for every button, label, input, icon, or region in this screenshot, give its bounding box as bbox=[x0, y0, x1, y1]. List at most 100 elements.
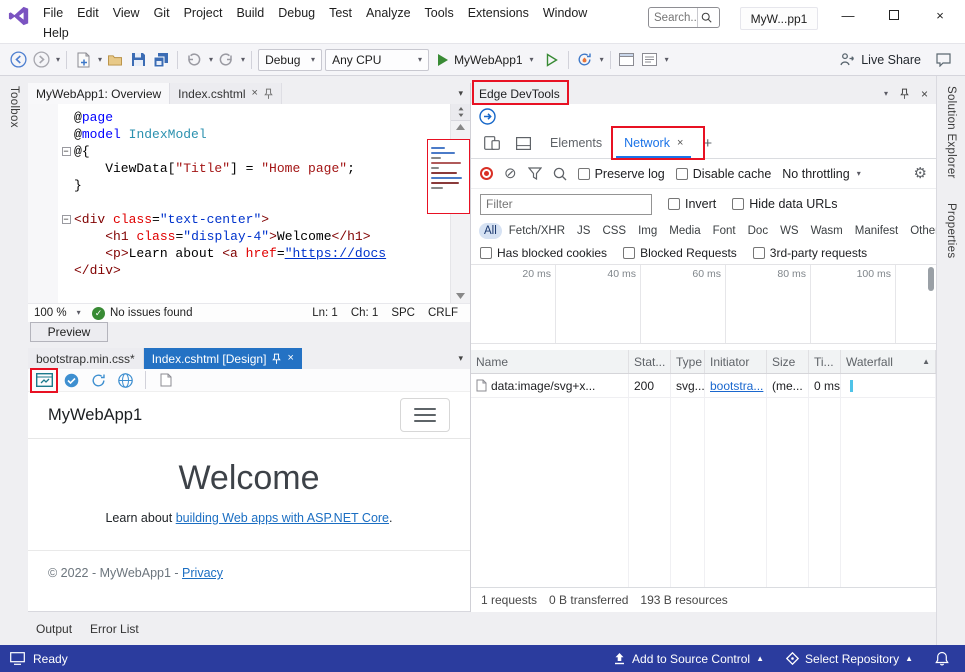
globe-icon[interactable] bbox=[115, 369, 135, 391]
navigate-back-button[interactable] bbox=[8, 49, 28, 71]
menu-git[interactable]: Git bbox=[147, 4, 177, 22]
cell-name[interactable]: data:image/svg+x... bbox=[471, 374, 629, 397]
properties-tab[interactable]: Properties bbox=[945, 203, 957, 258]
start-without-debugging-button[interactable] bbox=[542, 49, 562, 71]
window-layout-button[interactable] bbox=[617, 49, 637, 71]
collapse-icon[interactable]: − bbox=[62, 147, 71, 156]
filter-funnel-icon[interactable] bbox=[528, 167, 542, 180]
docs-link[interactable]: building Web apps with ASP.NET Core bbox=[176, 511, 389, 525]
close-icon[interactable]: × bbox=[921, 87, 928, 101]
code-editor[interactable]: @page@model IndexModel−@{ ViewData["Titl… bbox=[28, 104, 470, 303]
add-to-source-control-button[interactable]: Add to Source Control ▲ bbox=[613, 652, 764, 666]
solution-configuration-dropdown[interactable]: Debug ▾ bbox=[258, 49, 322, 71]
hot-reload-button[interactable] bbox=[575, 49, 595, 71]
document-list-caret-icon[interactable]: ▾ bbox=[458, 353, 470, 364]
column-header-type[interactable]: Type bbox=[671, 350, 705, 373]
clear-network-log-icon[interactable]: ⊘ bbox=[504, 166, 517, 181]
menu-window[interactable]: Window bbox=[536, 4, 594, 22]
menu-edit[interactable]: Edit bbox=[70, 4, 106, 22]
column-header-size[interactable]: Size bbox=[767, 350, 809, 373]
toggle-device-toolbar-icon[interactable] bbox=[479, 136, 505, 150]
tab-close-icon[interactable]: × bbox=[287, 353, 293, 364]
network-request-row[interactable]: data:image/svg+x... 200 svg... bootstra.… bbox=[471, 374, 936, 398]
feedback-button[interactable] bbox=[933, 49, 953, 71]
invert-checkbox[interactable]: Invert bbox=[668, 197, 716, 211]
save-all-button[interactable] bbox=[151, 49, 171, 71]
open-in-browser-button[interactable] bbox=[34, 369, 54, 391]
navigate-forward-button[interactable] bbox=[31, 49, 51, 71]
output-tab[interactable]: Output bbox=[36, 622, 72, 636]
fold-margin[interactable]: − bbox=[58, 147, 74, 156]
document-list-caret-icon[interactable]: ▾ bbox=[458, 88, 470, 99]
throttling-dropdown[interactable]: No throttling ▾ bbox=[782, 167, 860, 181]
code-lines[interactable]: @page@model IndexModel−@{ ViewData["Titl… bbox=[58, 104, 450, 303]
privacy-link[interactable]: Privacy bbox=[182, 566, 223, 580]
scrollbar-thumb[interactable] bbox=[928, 267, 934, 291]
tab-bootstrap-css[interactable]: bootstrap.min.css* bbox=[28, 348, 144, 369]
menu-tools[interactable]: Tools bbox=[418, 4, 461, 22]
tab-pin-icon[interactable] bbox=[272, 353, 281, 365]
menu-view[interactable]: View bbox=[106, 4, 147, 22]
checkbox-blocked-requests[interactable]: Blocked Requests bbox=[623, 246, 737, 260]
line-ending-indicator[interactable]: CRLF bbox=[428, 307, 458, 319]
close-button[interactable]: × bbox=[917, 0, 963, 30]
issues-indicator[interactable]: ✓ No issues found bbox=[92, 307, 192, 320]
tab-pin-icon[interactable] bbox=[264, 88, 273, 100]
menu-help[interactable]: Help bbox=[36, 24, 76, 42]
devtools-window-header[interactable]: Edge DevTools ▾ × bbox=[471, 83, 936, 104]
scroll-up-icon[interactable] bbox=[456, 121, 465, 133]
search-network-icon[interactable] bbox=[553, 167, 567, 181]
menu-build[interactable]: Build bbox=[229, 4, 271, 22]
tab-index-cshtml[interactable]: Index.cshtml × bbox=[170, 83, 282, 104]
solution-platform-dropdown[interactable]: Any CPU ▾ bbox=[325, 49, 429, 71]
fold-margin[interactable]: − bbox=[58, 215, 74, 224]
menu-test[interactable]: Test bbox=[322, 4, 359, 22]
filter-pill-doc[interactable]: Doc bbox=[743, 223, 773, 239]
filter-pill-ws[interactable]: WS bbox=[775, 223, 804, 239]
pin-icon[interactable] bbox=[900, 88, 909, 100]
redo-button[interactable] bbox=[216, 49, 236, 71]
collapse-icon[interactable]: − bbox=[62, 215, 71, 224]
tab-close-icon[interactable]: × bbox=[252, 88, 258, 99]
minimize-button[interactable]: — bbox=[825, 0, 871, 30]
search-icon[interactable] bbox=[697, 8, 715, 27]
network-filter-input[interactable] bbox=[480, 194, 652, 215]
network-overview-timeline[interactable]: 20 ms40 ms60 ms80 ms100 ms bbox=[471, 264, 936, 344]
new-file-caret-icon[interactable]: ▾ bbox=[98, 56, 102, 64]
initiator-link[interactable]: bootstra... bbox=[710, 379, 763, 393]
select-repository-button[interactable]: Select Repository ▲ bbox=[786, 652, 913, 666]
sort-ascending-icon[interactable]: ▲ bbox=[922, 357, 930, 366]
scroll-down-icon[interactable] bbox=[456, 290, 465, 303]
menu-file[interactable]: File bbox=[36, 4, 70, 22]
tab-network[interactable]: Network × bbox=[616, 128, 691, 158]
record-network-log-button[interactable] bbox=[480, 167, 493, 180]
refresh-button[interactable] bbox=[88, 369, 108, 391]
filter-pill-manifest[interactable]: Manifest bbox=[850, 223, 903, 239]
filter-pill-css[interactable]: CSS bbox=[597, 223, 631, 239]
checkbox-3rd-party-requests[interactable]: 3rd-party requests bbox=[753, 246, 867, 260]
undo-button[interactable] bbox=[184, 49, 204, 71]
splitter-handle[interactable] bbox=[451, 104, 471, 121]
filter-pill-media[interactable]: Media bbox=[664, 223, 705, 239]
window-position-caret-icon[interactable]: ▾ bbox=[884, 90, 888, 98]
new-file-button[interactable] bbox=[73, 49, 93, 71]
undo-caret-icon[interactable]: ▾ bbox=[209, 56, 213, 64]
toolbox-tab[interactable]: Toolbox bbox=[8, 86, 20, 645]
tab-elements[interactable]: Elements bbox=[542, 128, 610, 158]
start-debugging-button[interactable]: MyWebApp1 ▾ bbox=[432, 49, 539, 71]
tab-close-icon[interactable]: × bbox=[677, 138, 683, 149]
column-header-name[interactable]: Name bbox=[471, 350, 629, 373]
cell-initiator[interactable]: bootstra... bbox=[705, 374, 767, 397]
layout-caret-icon[interactable]: ▾ bbox=[665, 56, 669, 64]
navbar-toggler-button[interactable] bbox=[400, 398, 450, 432]
tab-overview[interactable]: MyWebApp1: Overview bbox=[28, 83, 170, 104]
menu-project[interactable]: Project bbox=[177, 4, 230, 22]
tab-index-design[interactable]: Index.cshtml [Design] × bbox=[144, 348, 302, 369]
navigate-caret-icon[interactable]: ▾ bbox=[56, 56, 60, 64]
preserve-log-checkbox[interactable]: Preserve log bbox=[578, 167, 665, 181]
filter-pill-fetch-xhr[interactable]: Fetch/XHR bbox=[504, 223, 570, 239]
live-share-button[interactable]: Live Share bbox=[839, 52, 921, 67]
filter-pill-font[interactable]: Font bbox=[708, 223, 741, 239]
column-header-initiator[interactable]: Initiator bbox=[705, 350, 767, 373]
menu-debug[interactable]: Debug bbox=[271, 4, 322, 22]
